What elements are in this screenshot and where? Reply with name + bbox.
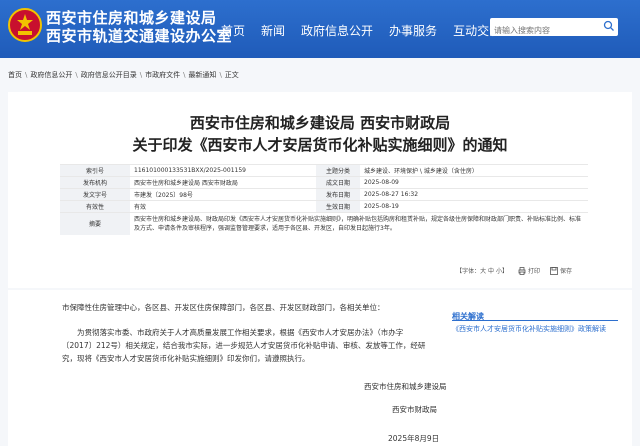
site-title-line1: 西安市住房和城乡建设局 [46,9,217,27]
meta-label: 生效日期 [316,200,360,213]
meta-label: 成文日期 [316,176,360,189]
meta-validity-value: 有效 [130,200,316,213]
article-title-line2: 关于印发《西安市人才安居货币化补贴实施细则》的通知 [132,136,508,154]
nav-home[interactable]: 首页 [221,22,245,39]
meta-label: 发布日期 [316,188,360,201]
meta-label: 摘要 [60,212,130,235]
document-meta-table: 索引号 116101000133531BXX/2025-001159 主题分类 … [60,164,588,235]
article-date: 2025年8月9日 [388,434,440,443]
print-label: 打印 [527,268,540,275]
print-button[interactable]: 打印 [518,266,540,275]
breadcrumb-separator: \ [139,71,143,79]
search-box [490,18,618,40]
related-panel: 相关解读 《西安市人才安居货币化补贴实施细则》政策解读 [446,290,632,446]
search-icon[interactable] [603,20,615,32]
meta-index-value: 116101000133531BXX/2025-001159 [130,164,316,177]
breadcrumb-separator: \ [75,71,78,79]
meta-label: 有效性 [60,200,130,213]
print-icon [518,266,526,275]
article-tools: 【字体：大 中 小】 打印 保存 [456,266,572,275]
breadcrumb: 首页 \ 政府信息公开 \ 政府信息公开目录 \ 市政府文件 \ 最新通知 \ … [0,66,640,84]
nav-gov-info[interactable]: 政府信息公开 [301,22,373,39]
article-body: 市保障性住房管理中心，各区县、开发区住房保障部门，各区县、开发区财政部门，各相关… [8,290,454,446]
site-title[interactable]: 西安市住房和城乡建设局 西安市轨道交通建设办公室 [46,9,232,45]
article-title-line1: 西安市住房和城乡建设局 西安市财政局 [189,114,451,132]
breadcrumb-home[interactable]: 首页 [8,70,22,80]
breadcrumb-catalog[interactable]: 政府信息公开目录 [81,70,137,80]
meta-summary-text: 西安市住房和城乡建设局、财政局印发《西安市人才安居货币化补贴实施细则》，明确补贴… [130,212,588,235]
meta-pubdate-value: 2025-08-27 16:32 [360,188,588,201]
site-header: 西安市住房和城乡建设局 西安市轨道交通建设办公室 首页 新闻 政府信息公开 办事… [0,0,640,58]
article-card: 西安市住房和城乡建设局 西安市财政局 关于印发《西安市人才安居货币化补贴实施细则… [8,92,632,288]
breadcrumb-latest[interactable]: 最新通知 [188,70,216,80]
save-icon [550,266,558,275]
article-salutation: 市保障性住房管理中心，各区县、开发区住房保障部门，各区县、开发区财政部门，各相关… [62,303,385,312]
font-size-switcher[interactable]: 【字体：大 中 小】 [456,266,508,275]
national-emblem-icon[interactable] [8,8,42,42]
breadcrumb-separator: \ [219,71,222,79]
related-heading: 相关解读 [452,304,618,321]
signature-housing-bureau: 西安市住房和城乡建设局 [364,382,447,391]
nav-services[interactable]: 办事服务 [389,22,437,39]
site-title-line2: 西安市轨道交通建设办公室 [46,27,233,45]
meta-effective-value: 2025-08-19 [360,200,588,213]
meta-label: 主题分类 [316,164,360,177]
nav-news[interactable]: 新闻 [261,22,285,39]
meta-label: 发文字号 [60,188,130,201]
breadcrumb-separator: \ [183,71,186,79]
signature-finance-bureau: 西安市财政局 [392,405,437,414]
save-button[interactable]: 保存 [550,266,572,275]
breadcrumb-city-docs[interactable]: 市政府文件 [145,70,180,80]
related-interpretation-link[interactable]: 《西安市人才安居货币化补贴实施细则》政策解读 [452,323,618,336]
breadcrumb-gov-info[interactable]: 政府信息公开 [30,70,72,80]
meta-issuer-value: 西安市住房和城乡建设局 西安市财政局 [130,176,316,189]
meta-created-value: 2025-08-09 [360,176,588,189]
breadcrumb-current: 正文 [224,71,239,79]
search-input[interactable] [490,21,606,40]
meta-topic-value: 城乡建设、环境保护 \ 城乡建设（含住房） [360,164,588,177]
main-nav: 首页 新闻 政府信息公开 办事服务 互动交流 [221,22,501,39]
meta-label: 索引号 [60,164,130,177]
meta-label: 发布机构 [60,176,130,189]
article-paragraph: 为贯彻落实市委、市政府关于人才高质量发展工作相关要求，根据《西安市人才安居办法》… [62,328,426,363]
save-label: 保存 [559,268,572,275]
breadcrumb-separator: \ [25,71,28,79]
meta-docno-value: 市建发〔2025〕98号 [130,188,316,201]
related-heading-label: 相关解读 [452,312,484,321]
